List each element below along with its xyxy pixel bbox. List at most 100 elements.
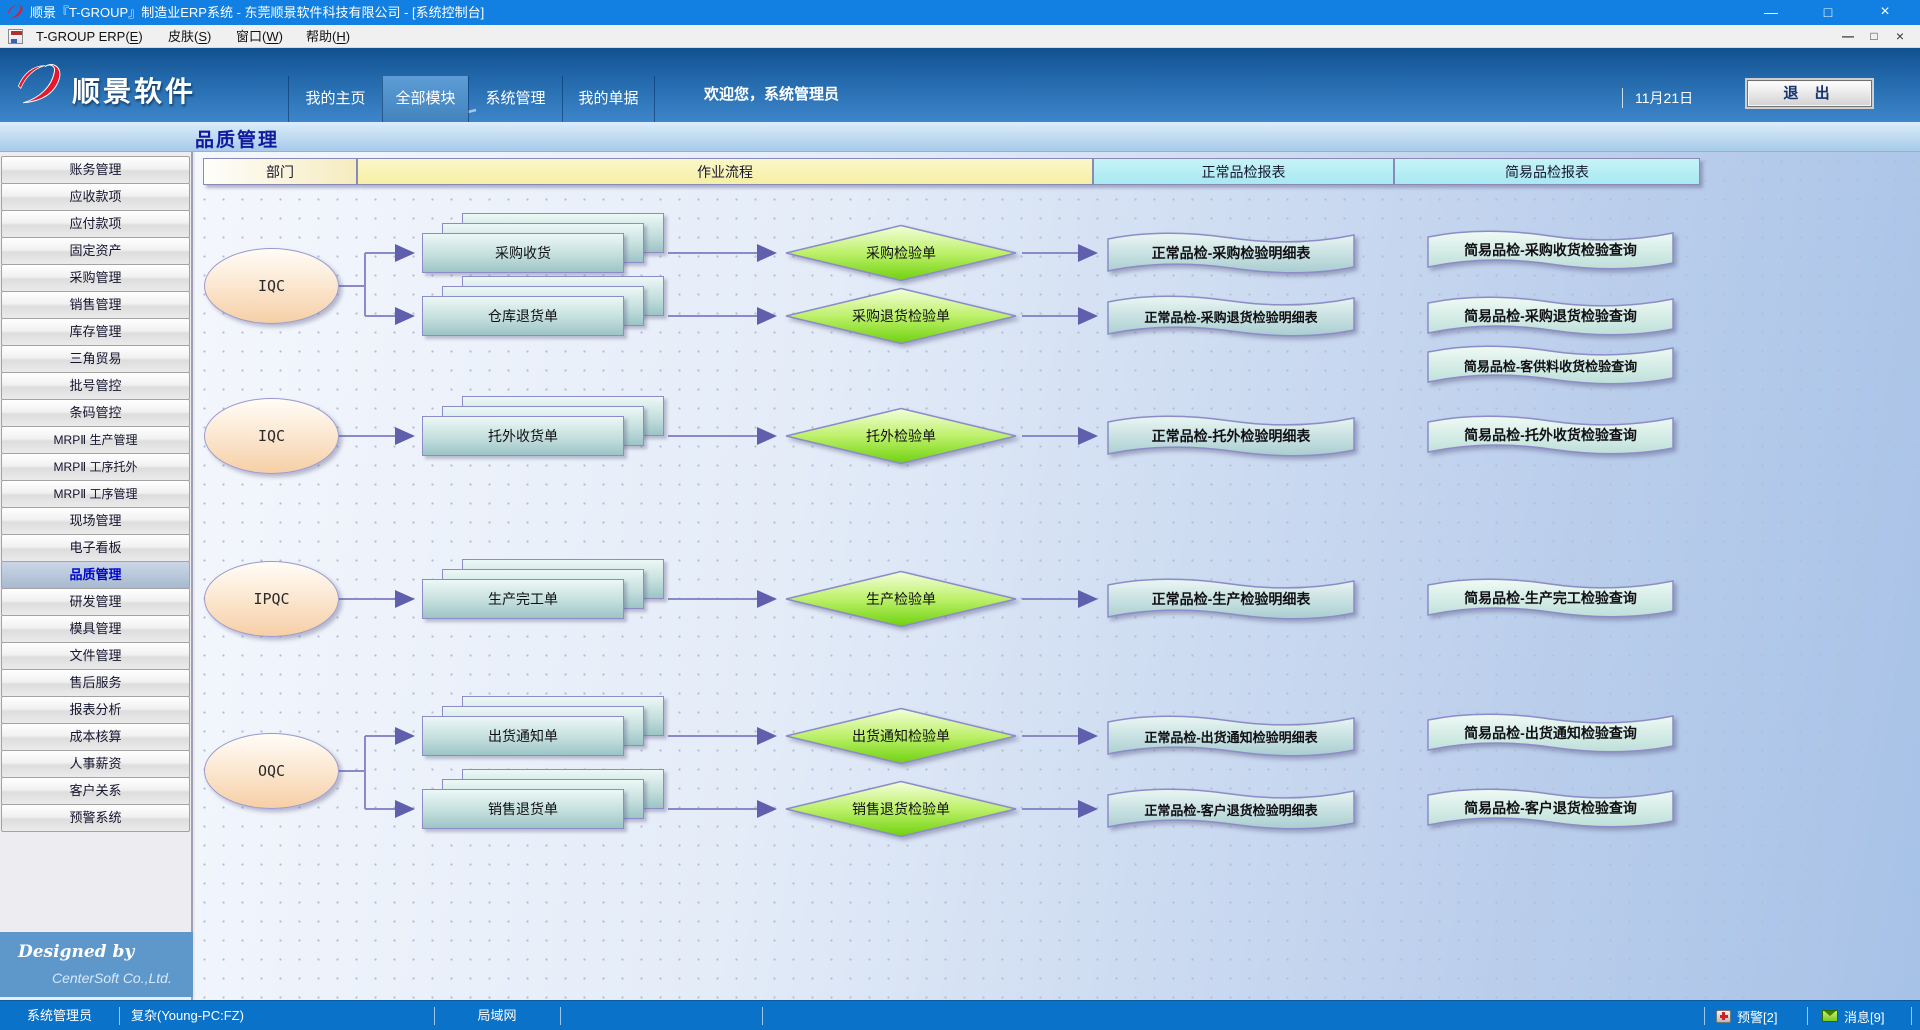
sidebar-item-e-kanban[interactable]: 电子看板 <box>1 534 190 562</box>
sidebar-item-triangle-trade[interactable]: 三角贸易 <box>1 345 190 373</box>
flow-doc-shipping-notice[interactable]: 出货通知单 <box>422 696 664 756</box>
page-title: 品质管理 <box>195 125 279 152</box>
menu-window[interactable]: 窗口(W) <box>236 25 283 48</box>
report-simple-customer-supplied[interactable]: 简易品检-客供料收货检验查询 <box>1425 343 1676 387</box>
menu-tgroup-erp[interactable]: T-GROUP ERP(E) <box>36 25 143 48</box>
sidebar-item-purchasing[interactable]: 采购管理 <box>1 264 190 292</box>
report-normal-outsource[interactable]: 正常品检-托外检验明细表 <box>1105 413 1357 459</box>
flow-doc-production-complete[interactable]: 生产完工单 <box>422 559 664 619</box>
flow-doc-purchase-receipt[interactable]: 采购收货 <box>422 213 664 273</box>
flow-inspection-purchase-return[interactable]: 采购退货检验单 <box>784 287 1018 345</box>
report-simple-purchase-receipt[interactable]: 简易品检-采购收货检验查询 <box>1425 228 1676 272</box>
mdi-restore-icon[interactable]: □ <box>1862 25 1886 48</box>
flow-inspection-production[interactable]: 生产检验单 <box>784 570 1018 628</box>
report-simple-purchase-return[interactable]: 简易品检-采购退货检验查询 <box>1425 294 1676 338</box>
flow-inspection-sales-return[interactable]: 销售退货检验单 <box>784 780 1018 838</box>
status-host: 复杂(Young-PC:FZ) <box>131 1001 244 1030</box>
column-header-simple-reports: 简易品检报表 <box>1394 158 1700 185</box>
flow-inspection-outsource[interactable]: 托外检验单 <box>784 407 1018 465</box>
flow-doc-warehouse-return[interactable]: 仓库退货单 <box>422 276 664 336</box>
report-normal-production[interactable]: 正常品检-生产检验明细表 <box>1105 576 1357 622</box>
statusbar: 系统管理员 复杂(Young-PC:FZ) 局域网 预警[2] 消息[9] <box>0 1000 1920 1030</box>
close-icon[interactable]: × <box>1862 0 1908 25</box>
sidebar-item-receivables[interactable]: 应收款项 <box>1 183 190 211</box>
sidebar-item-alert-system[interactable]: 预警系统 <box>1 804 190 832</box>
minimize-icon[interactable]: — <box>1748 0 1794 25</box>
flowchart-canvas: 部门 作业流程 正常品检报表 简易品检报表 <box>195 152 1920 1000</box>
brand-logo-icon <box>16 62 64 108</box>
exit-button[interactable]: 退 出 <box>1747 80 1872 107</box>
message-label: 消息[9] <box>1844 1007 1884 1026</box>
sidebar-item-mrp2-process[interactable]: MRPⅡ 工序管理 <box>1 480 190 508</box>
window-title: 顺景『T-GROUP』制造业ERP系统 - 东莞顺景软件科技有限公司 - [系统… <box>30 0 484 25</box>
column-header-normal-reports: 正常品检报表 <box>1093 158 1394 185</box>
report-normal-customer-return[interactable]: 正常品检-客户退货检验明细表 <box>1105 786 1357 832</box>
module-sidebar: 账务管理 应收款项 应付款项 固定资产 采购管理 销售管理 库存管理 三角贸易 … <box>0 152 193 1000</box>
restore-icon[interactable]: □ <box>1805 0 1851 25</box>
sidebar-item-mrp2-production[interactable]: MRPⅡ 生产管理 <box>1 426 190 454</box>
sidebar-item-quality[interactable]: 品质管理 <box>1 561 190 589</box>
menu-skin[interactable]: 皮肤(S) <box>168 25 211 48</box>
tab-system-admin[interactable]: 系统管理 <box>468 76 562 122</box>
message-icon <box>1822 1010 1838 1022</box>
designed-by-text: Designed by <box>18 942 134 962</box>
sidebar-item-sales[interactable]: 销售管理 <box>1 291 190 319</box>
erp-window: 顺景『T-GROUP』制造业ERP系统 - 东莞顺景软件科技有限公司 - [系统… <box>0 0 1920 1030</box>
mdi-minimize-icon[interactable]: — <box>1836 25 1860 48</box>
column-header-department: 部门 <box>203 158 357 185</box>
sidebar-item-rnd[interactable]: 研发管理 <box>1 588 190 616</box>
menubar: T-GROUP ERP(E) 皮肤(S) 窗口(W) 帮助(H) — □ × <box>0 25 1920 48</box>
alert-icon <box>1716 1010 1731 1023</box>
sidebar-item-accounting[interactable]: 账务管理 <box>1 156 190 184</box>
app-header: 顺景软件 我的主页 全部模块 系统管理 我的单据 欢迎您，系统管理员 11月21… <box>0 48 1920 122</box>
status-alert[interactable]: 预警[2] <box>1716 1001 1777 1030</box>
designed-by-panel: Designed by CenterSoft Co.,Ltd. <box>0 932 193 997</box>
flow-inspection-shipping[interactable]: 出货通知检验单 <box>784 707 1018 765</box>
report-simple-outsource[interactable]: 简易品检-托外收货检验查询 <box>1425 413 1676 457</box>
flow-doc-sales-return[interactable]: 销售退货单 <box>422 769 664 829</box>
welcome-text: 欢迎您，系统管理员 <box>704 48 839 122</box>
sidebar-item-mold[interactable]: 模具管理 <box>1 615 190 643</box>
sidebar-item-cost-accounting[interactable]: 成本核算 <box>1 723 190 751</box>
report-simple-customer-return[interactable]: 简易品检-客户退货检验查询 <box>1425 786 1676 830</box>
sidebar-item-fixed-assets[interactable]: 固定资产 <box>1 237 190 265</box>
brand-name: 顺景软件 <box>72 70 196 110</box>
status-user: 系统管理员 <box>0 1001 119 1030</box>
app-logo-icon <box>7 4 24 21</box>
sidebar-item-payables[interactable]: 应付款项 <box>1 210 190 238</box>
mdi-close-icon[interactable]: × <box>1888 25 1912 48</box>
tab-my-documents[interactable]: 我的单据 <box>562 76 655 122</box>
report-normal-shipping[interactable]: 正常品检-出货通知检验明细表 <box>1105 713 1357 759</box>
sidebar-item-hr-payroll[interactable]: 人事薪资 <box>1 750 190 778</box>
sidebar-item-after-sales[interactable]: 售后服务 <box>1 669 190 697</box>
column-header-process: 作业流程 <box>357 158 1093 185</box>
sidebar-item-report-analysis[interactable]: 报表分析 <box>1 696 190 724</box>
module-title-bar: 品质管理 <box>0 122 1920 152</box>
status-network: 局域网 <box>434 1001 560 1030</box>
sidebar-item-barcode-control[interactable]: 条码管控 <box>1 399 190 427</box>
sidebar-item-documents[interactable]: 文件管理 <box>1 642 190 670</box>
tab-all-modules[interactable]: 全部模块 <box>382 76 468 122</box>
sidebar-item-lot-control[interactable]: 批号管控 <box>1 372 190 400</box>
form-icon <box>8 29 23 44</box>
current-date: 11月21日 <box>1622 88 1693 108</box>
report-simple-shipping[interactable]: 简易品检-出货通知检验查询 <box>1425 711 1676 755</box>
flow-doc-outsource-receipt[interactable]: 托外收货单 <box>422 396 664 456</box>
tab-my-home[interactable]: 我的主页 <box>288 76 382 122</box>
alert-label: 预警[2] <box>1737 1007 1777 1026</box>
dept-ellipse-iqc-2: IQC <box>204 398 339 474</box>
sidebar-item-shopfloor[interactable]: 现场管理 <box>1 507 190 535</box>
company-text: CenterSoft Co.,Ltd. <box>52 970 172 986</box>
dept-ellipse-ipqc: IPQC <box>204 561 339 637</box>
report-normal-purchase-return[interactable]: 正常品检-采购退货检验明细表 <box>1105 293 1357 339</box>
menu-help[interactable]: 帮助(H) <box>306 25 350 48</box>
main-nav: 我的主页 全部模块 系统管理 我的单据 <box>288 76 655 122</box>
sidebar-item-mrp2-outsource[interactable]: MRPⅡ 工序托外 <box>1 453 190 481</box>
titlebar: 顺景『T-GROUP』制造业ERP系统 - 东莞顺景软件科技有限公司 - [系统… <box>0 0 1920 25</box>
status-message[interactable]: 消息[9] <box>1822 1001 1884 1030</box>
flow-inspection-purchase[interactable]: 采购检验单 <box>784 224 1018 282</box>
report-normal-purchase[interactable]: 正常品检-采购检验明细表 <box>1105 230 1357 276</box>
sidebar-item-inventory[interactable]: 库存管理 <box>1 318 190 346</box>
sidebar-item-crm[interactable]: 客户关系 <box>1 777 190 805</box>
report-simple-production[interactable]: 简易品检-生产完工检验查询 <box>1425 576 1676 620</box>
